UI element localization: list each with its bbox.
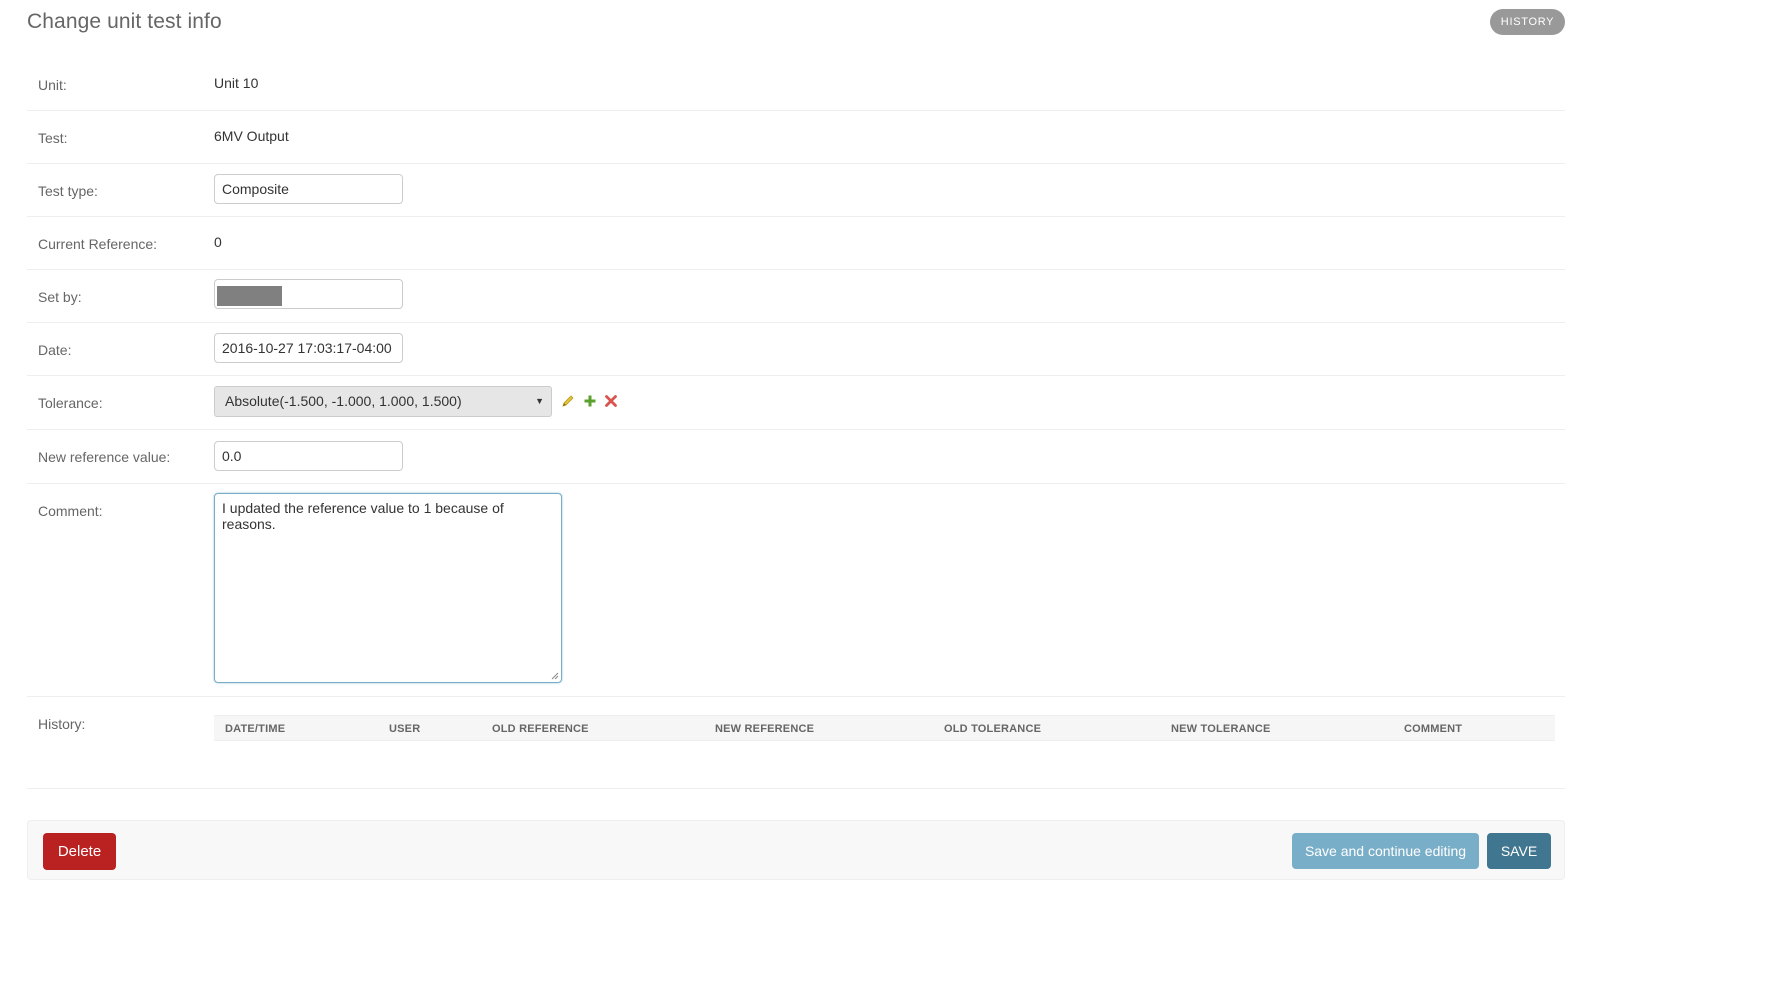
column-header-comment[interactable]: COMMENT [1404,723,1462,735]
column-header-new-tolerance[interactable]: NEW TOLERANCE [1171,723,1271,735]
new-reference-label: New reference value: [38,449,171,465]
form-row-test: Test: 6MV Output [27,111,1565,164]
history-table-header: DATE/TIME USER OLD REFERENCE NEW REFEREN… [214,715,1555,741]
test-value: 6MV Output [214,128,289,144]
comment-label: Comment: [38,503,103,519]
delete-button[interactable]: Delete [43,833,116,870]
save-button[interactable]: SAVE [1487,833,1551,869]
close-icon[interactable] [604,394,618,411]
current-reference-label: Current Reference: [38,236,158,252]
test-type-field[interactable]: Composite [214,174,403,204]
form-row-history: History: DATE/TIME USER OLD REFERENCE NE… [27,697,1565,789]
comment-text: I updated the reference value to 1 becau… [222,500,504,532]
current-reference-value: 0 [214,234,222,250]
new-reference-field[interactable]: 0.0 [214,441,403,471]
form-row-current-reference: Current Reference: 0 [27,217,1565,270]
column-header-old-tolerance[interactable]: OLD TOLERANCE [944,723,1041,735]
column-header-datetime[interactable]: DATE/TIME [225,723,285,735]
redacted-value [217,286,282,306]
test-label: Test: [38,130,68,146]
unit-label: Unit: [38,77,67,93]
save-and-continue-button[interactable]: Save and continue editing [1292,833,1479,869]
history-button[interactable]: HISTORY [1490,9,1565,35]
form-row-set-by: Set by: [27,270,1565,323]
unit-value: Unit 10 [214,75,259,91]
comment-textarea[interactable]: I updated the reference value to 1 becau… [214,493,562,683]
column-header-new-reference[interactable]: NEW REFERENCE [715,723,814,735]
form-row-unit: Unit: Unit 10 [27,58,1565,111]
tolerance-select[interactable]: Absolute(-1.500, -1.000, 1.000, 1.500) ▼ [214,386,552,417]
resize-handle-icon[interactable] [551,672,559,680]
history-label: History: [38,716,86,732]
test-type-label: Test type: [38,183,98,199]
tolerance-selected-value: Absolute(-1.500, -1.000, 1.000, 1.500) [225,393,462,409]
page-title: Change unit test info [27,10,222,33]
column-header-user[interactable]: USER [389,723,420,735]
form-row-comment: Comment: I updated the reference value t… [27,484,1565,697]
set-by-label: Set by: [38,289,82,305]
date-field[interactable]: 2016-10-27 17:03:17-04:00 [214,333,403,363]
form-row-test-type: Test type: Composite [27,164,1565,217]
dropdown-arrow-icon: ▼ [535,396,544,406]
pencil-icon[interactable] [561,394,575,411]
tolerance-label: Tolerance: [38,395,103,411]
date-label: Date: [38,342,72,358]
form-row-tolerance: Tolerance: Absolute(-1.500, -1.000, 1.00… [27,376,1565,430]
form-row-new-reference: New reference value: 0.0 [27,430,1565,484]
column-header-old-reference[interactable]: OLD REFERENCE [492,723,589,735]
form-row-date: Date: 2016-10-27 17:03:17-04:00 [27,323,1565,376]
plus-icon[interactable] [583,394,597,411]
submit-row: Delete Save and continue editing SAVE [27,820,1565,880]
set-by-field[interactable] [214,279,403,309]
